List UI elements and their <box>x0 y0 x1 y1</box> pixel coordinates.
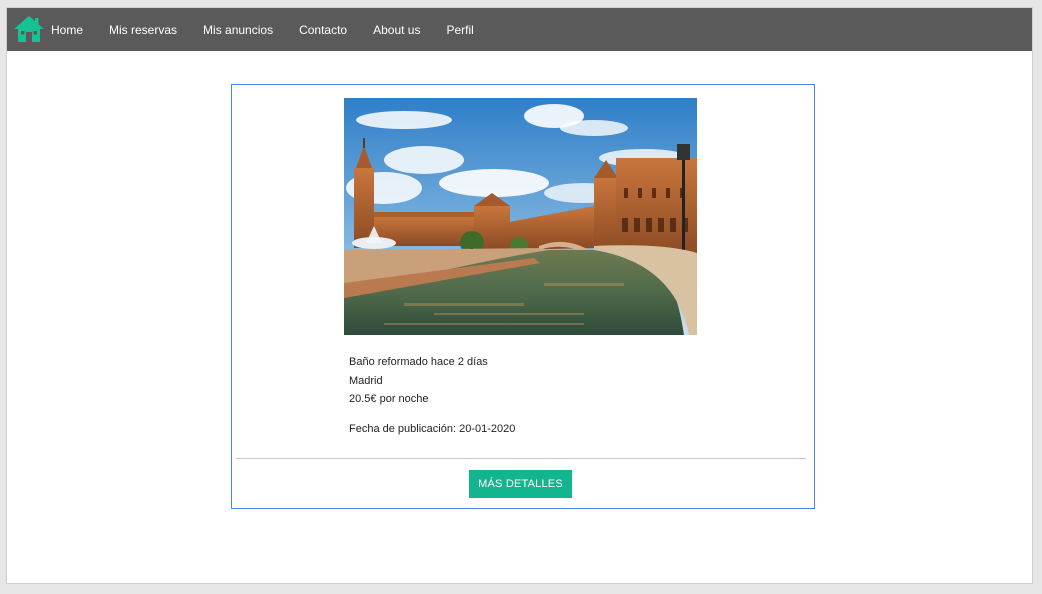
more-details-button[interactable]: MÁS DETALLES <box>469 470 572 498</box>
listing-info: Baño reformado hace 2 días Madrid 20.5€ … <box>349 353 515 438</box>
listing-card: Baño reformado hace 2 días Madrid 20.5€ … <box>231 84 815 509</box>
top-navbar: Home Mis reservas Mis anuncios Contacto … <box>7 8 1032 51</box>
nav-link-perfil[interactable]: Perfil <box>446 23 473 37</box>
nav-link-home[interactable]: Home <box>51 23 83 37</box>
nav-link-mis-anuncios[interactable]: Mis anuncios <box>203 23 273 37</box>
listing-publish-date: Fecha de publicación: 20-01-2020 <box>349 422 516 435</box>
listing-photo <box>344 98 697 335</box>
card-divider <box>236 458 806 459</box>
home-icon[interactable] <box>13 14 45 44</box>
nav-link-mis-reservas[interactable]: Mis reservas <box>109 23 177 37</box>
app-window: Home Mis reservas Mis anuncios Contacto … <box>6 7 1033 584</box>
nav-link-about-us[interactable]: About us <box>373 23 420 37</box>
listing-description: Baño reformado hace 2 días <box>349 356 488 368</box>
listing-price: 20.5€ por noche <box>349 393 429 405</box>
nav-link-contacto[interactable]: Contacto <box>299 23 347 37</box>
listing-city: Madrid <box>349 374 383 387</box>
nav-links: Home Mis reservas Mis anuncios Contacto … <box>51 8 500 51</box>
